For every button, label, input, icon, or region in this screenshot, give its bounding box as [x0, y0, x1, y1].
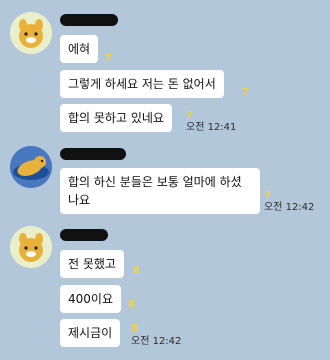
unread-count-2: 7 — [242, 87, 249, 98]
message-bubble-4[interactable]: 합의 하신 분들은 보통 얼마에 하셨나요 — [60, 168, 260, 214]
message-time-7: 오전 12:42 — [131, 336, 182, 347]
sender1-name-redacted — [60, 14, 118, 26]
message-bubble-1[interactable]: 에혀 — [60, 35, 99, 63]
unread-count-5: 8 — [133, 265, 140, 276]
message-bubble-6[interactable]: 400이요 — [60, 285, 121, 313]
unread-count-7: 8 — [131, 323, 138, 334]
sender2-avatar-icon[interactable] — [10, 146, 52, 188]
unread-count-1: 7 — [105, 53, 112, 64]
sender3-name-redacted — [60, 229, 108, 241]
message-bubble-3[interactable]: 합의 못하고 있네요 — [60, 104, 172, 132]
message-time-3: 오전 12:41 — [186, 122, 237, 133]
unread-count-3: 7 — [186, 110, 193, 121]
sender1-avatar-icon[interactable] — [10, 12, 52, 54]
unread-count-4: 7 — [264, 190, 271, 201]
unread-count-6: 8 — [128, 299, 135, 310]
message-time-4: 오전 12:42 — [264, 202, 315, 213]
message-bubble-7[interactable]: 제시금이 — [60, 319, 121, 347]
message-bubble-5[interactable]: 전 못했고 — [60, 250, 124, 278]
sender3-avatar-icon[interactable] — [10, 226, 52, 268]
message-bubble-2[interactable]: 그렇게 하세요 저는 돈 없어서 — [60, 70, 224, 98]
sender2-name-redacted — [60, 148, 126, 160]
